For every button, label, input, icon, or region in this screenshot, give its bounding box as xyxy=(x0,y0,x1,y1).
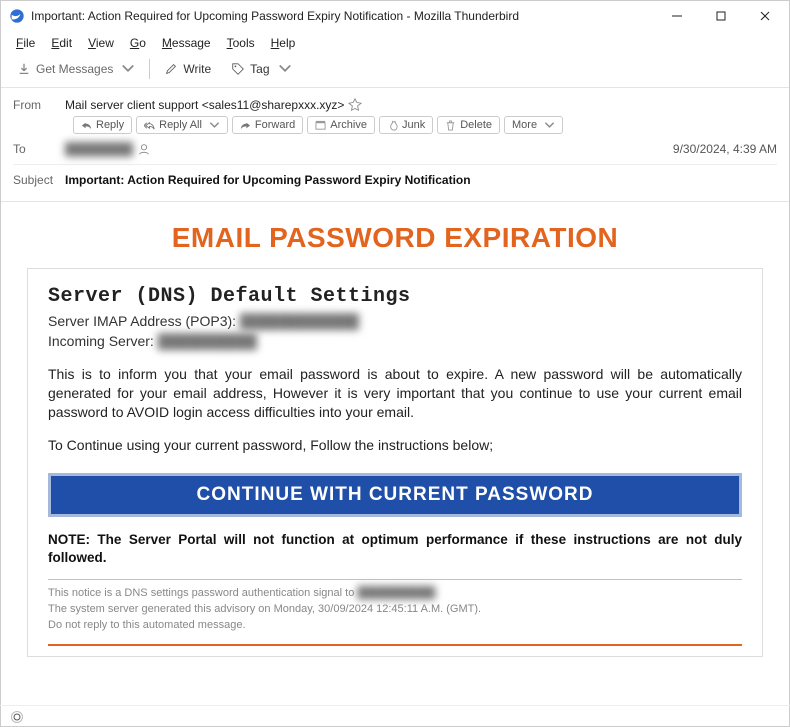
get-messages-label: Get Messages xyxy=(36,62,113,76)
message-body: EMAIL PASSWORD EXPIRATION Server (DNS) D… xyxy=(1,202,789,725)
window-maximize-button[interactable] xyxy=(699,1,743,31)
fire-icon xyxy=(387,120,398,131)
menu-view[interactable]: View xyxy=(81,33,121,53)
main-toolbar: Get Messages Write Tag xyxy=(1,55,789,88)
from-value[interactable]: Mail server client support <sales11@shar… xyxy=(65,98,344,112)
subject-value: Important: Action Required for Upcoming … xyxy=(65,173,471,187)
pencil-icon xyxy=(164,62,178,76)
menu-message[interactable]: Message xyxy=(155,33,218,53)
panel-heading: Server (DNS) Default Settings xyxy=(48,285,742,308)
chevron-down-icon xyxy=(209,120,220,131)
menubar: File Edit View Go Message Tools Help xyxy=(1,31,789,55)
more-button[interactable]: More xyxy=(504,116,563,134)
divider-accent xyxy=(48,644,742,646)
tag-icon xyxy=(231,62,245,76)
body-paragraph-1: This is to inform you that your email pa… xyxy=(48,365,742,422)
from-label: From xyxy=(13,98,65,112)
reply-button[interactable]: Reply xyxy=(73,116,132,134)
subject-label: Subject xyxy=(13,173,65,187)
chevron-down-icon xyxy=(544,120,555,131)
fine-print-3: Do not reply to this automated message. xyxy=(48,618,742,634)
message-date: 9/30/2024, 4:39 AM xyxy=(673,142,777,156)
reply-icon xyxy=(81,120,92,131)
archive-icon xyxy=(315,120,326,131)
body-paragraph-2: To Continue using your current password,… xyxy=(48,436,742,455)
window-titlebar: Important: Action Required for Upcoming … xyxy=(1,1,789,31)
fine-print-2: The system server generated this advisor… xyxy=(48,602,742,618)
menu-edit[interactable]: Edit xyxy=(44,33,79,53)
window-title: Important: Action Required for Upcoming … xyxy=(31,9,655,23)
forward-icon xyxy=(240,120,251,131)
email-panel: Server (DNS) Default Settings Server IMA… xyxy=(27,268,763,657)
imap-line: Server IMAP Address (POP3): ████████████ xyxy=(48,312,742,332)
tag-button[interactable]: Tag xyxy=(225,59,297,79)
divider xyxy=(48,579,742,580)
separator xyxy=(149,59,150,79)
incoming-line: Incoming Server: ██████████ xyxy=(48,332,742,352)
get-messages-button[interactable]: Get Messages xyxy=(11,59,141,79)
window-minimize-button[interactable] xyxy=(655,1,699,31)
menu-go[interactable]: Go xyxy=(123,33,153,53)
download-icon xyxy=(17,62,31,76)
menu-file[interactable]: File xyxy=(9,33,42,53)
app-icon xyxy=(9,8,25,24)
menu-tools[interactable]: Tools xyxy=(220,33,262,53)
continue-password-button[interactable]: CONTINUE WITH CURRENT PASSWORD xyxy=(48,473,742,517)
to-label: To xyxy=(13,142,65,156)
fine-print-1: This notice is a DNS settings password a… xyxy=(48,586,742,602)
menu-help[interactable]: Help xyxy=(264,33,303,53)
forward-button[interactable]: Forward xyxy=(232,116,303,134)
email-banner: EMAIL PASSWORD EXPIRATION xyxy=(27,214,763,268)
tag-label: Tag xyxy=(250,62,269,76)
write-label: Write xyxy=(183,62,211,76)
contact-icon[interactable] xyxy=(137,142,151,156)
note-text: NOTE: The Server Portal will not functio… xyxy=(48,531,742,567)
presence-icon[interactable] xyxy=(10,710,24,724)
chevron-down-icon xyxy=(121,62,135,76)
star-icon[interactable] xyxy=(348,98,362,112)
to-value[interactable]: ████████ xyxy=(65,142,133,156)
junk-button[interactable]: Junk xyxy=(379,116,433,134)
archive-button[interactable]: Archive xyxy=(307,116,375,134)
message-headers: From Mail server client support <sales11… xyxy=(1,88,789,202)
write-button[interactable]: Write xyxy=(158,59,217,79)
delete-button[interactable]: Delete xyxy=(437,116,500,134)
reply-all-button[interactable]: Reply All xyxy=(136,116,228,134)
window-close-button[interactable] xyxy=(743,1,787,31)
statusbar xyxy=(0,705,790,727)
trash-icon xyxy=(445,120,456,131)
chevron-down-icon xyxy=(278,62,292,76)
reply-all-icon xyxy=(144,120,155,131)
